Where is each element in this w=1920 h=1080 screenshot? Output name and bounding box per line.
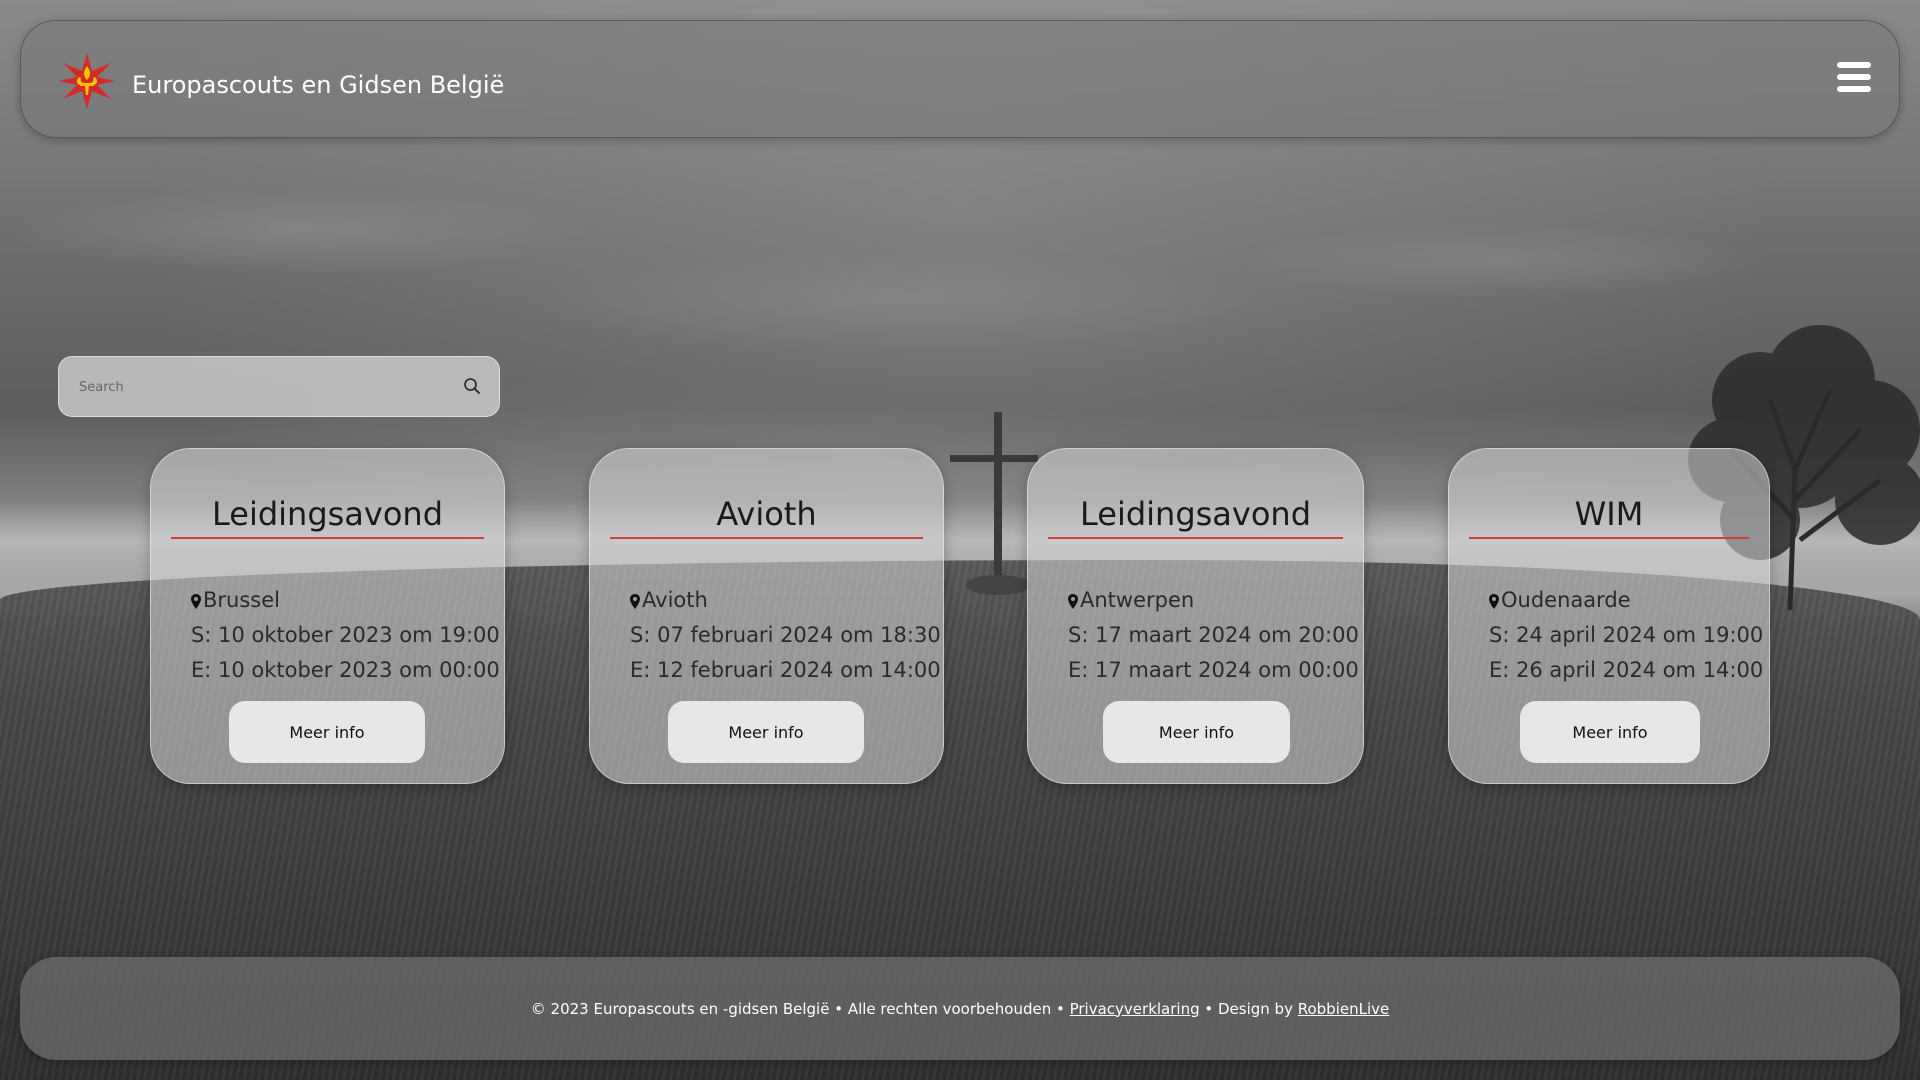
event-card: Leidingsavond Antwerpen S: 17 maart 2024… xyxy=(1027,448,1364,784)
location-pin-icon xyxy=(630,594,640,609)
more-info-button[interactable]: Meer info xyxy=(1520,701,1700,763)
menu-bar xyxy=(1837,62,1871,68)
event-end: E: 10 oktober 2023 om 00:00 xyxy=(191,658,500,682)
event-details: Avioth S: 07 februari 2024 om 18:30 E: 1… xyxy=(630,583,941,688)
location-label: Brussel xyxy=(203,588,280,612)
footer-text: © 2023 Europascouts en -gidsen België • … xyxy=(20,1000,1900,1018)
location-label: Oudenaarde xyxy=(1501,588,1631,612)
event-details: Antwerpen S: 17 maart 2024 om 20:00 E: 1… xyxy=(1068,583,1359,688)
location-pin-icon xyxy=(191,594,201,609)
event-start: S: 17 maart 2024 om 20:00 xyxy=(1068,623,1359,647)
site-footer: © 2023 Europascouts en -gidsen België • … xyxy=(20,957,1900,1060)
event-start: S: 07 februari 2024 om 18:30 xyxy=(630,623,941,647)
cross-post xyxy=(994,412,1002,580)
event-title: Avioth xyxy=(716,495,817,533)
event-details: Brussel S: 10 oktober 2023 om 19:00 E: 1… xyxy=(191,583,500,688)
event-location: Oudenaarde xyxy=(1489,583,1759,618)
search-input[interactable] xyxy=(77,357,441,417)
event-end: E: 17 maart 2024 om 00:00 xyxy=(1068,658,1359,682)
title-divider xyxy=(171,537,484,539)
event-location: Avioth xyxy=(630,583,933,618)
event-details: Oudenaarde S: 24 april 2024 om 19:00 E: … xyxy=(1489,583,1764,688)
location-label: Avioth xyxy=(642,588,708,612)
event-title: Leidingsavond xyxy=(211,495,444,533)
title-divider xyxy=(610,537,923,539)
location-pin-icon xyxy=(1068,594,1078,609)
menu-bar xyxy=(1837,86,1871,92)
event-title: WIM xyxy=(1574,495,1644,533)
design-by-text: • Design by xyxy=(1199,999,1298,1018)
event-location: Brussel xyxy=(191,583,494,618)
cross-base xyxy=(966,575,1030,595)
event-start: S: 10 oktober 2023 om 19:00 xyxy=(191,623,500,647)
search-icon[interactable] xyxy=(463,377,481,395)
site-header: Europascouts en Gidsen België xyxy=(20,20,1900,138)
title-divider xyxy=(1048,537,1343,539)
designer-link[interactable]: RobbienLive xyxy=(1298,1000,1390,1018)
site-title[interactable]: Europascouts en Gidsen België xyxy=(132,71,504,99)
hamburger-menu-icon[interactable] xyxy=(1837,62,1871,92)
copyright-text: © 2023 Europascouts en -gidsen België • … xyxy=(530,999,1070,1018)
location-pin-icon xyxy=(1489,594,1499,609)
event-card: WIM Oudenaarde S: 24 april 2024 om 19:00… xyxy=(1448,448,1770,784)
event-end: E: 12 februari 2024 om 14:00 xyxy=(630,658,941,682)
more-info-button[interactable]: Meer info xyxy=(1103,701,1290,763)
fleur-de-lis-star-icon[interactable] xyxy=(59,53,115,109)
event-location: Antwerpen xyxy=(1068,583,1353,618)
location-label: Antwerpen xyxy=(1080,588,1195,612)
more-info-button[interactable]: Meer info xyxy=(229,701,425,763)
menu-bar xyxy=(1837,74,1871,80)
cross-beam xyxy=(950,455,1038,462)
search-box xyxy=(58,356,500,417)
event-start: S: 24 april 2024 om 19:00 xyxy=(1489,623,1764,647)
event-card: Leidingsavond Brussel S: 10 oktober 2023… xyxy=(150,448,505,784)
event-card: Avioth Avioth S: 07 februari 2024 om 18:… xyxy=(589,448,944,784)
privacy-link[interactable]: Privacyverklaring xyxy=(1070,1000,1200,1018)
event-end: E: 26 april 2024 om 14:00 xyxy=(1489,658,1764,682)
title-divider xyxy=(1469,537,1749,539)
more-info-button[interactable]: Meer info xyxy=(668,701,864,763)
event-title: Leidingsavond xyxy=(1079,495,1312,533)
